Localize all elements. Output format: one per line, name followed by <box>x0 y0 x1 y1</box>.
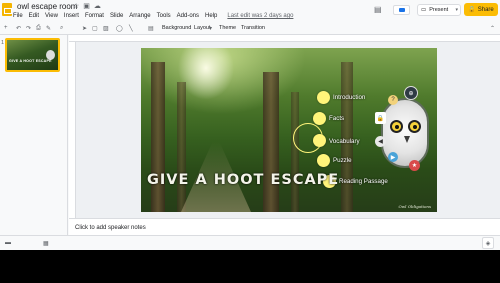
question-icon[interactable]: ? <box>388 95 398 105</box>
globe-icon[interactable]: ⊕ <box>404 86 418 100</box>
redo-icon[interactable]: ↷ <box>26 25 31 32</box>
play-icon[interactable]: ▶ <box>388 152 398 162</box>
text-box-icon[interactable]: ▢ <box>92 25 98 32</box>
menu-item-facts[interactable]: Facts <box>329 115 344 122</box>
grid-view-icon[interactable]: ▦ <box>43 240 49 247</box>
menu-tools[interactable]: Tools <box>157 13 171 19</box>
menu-dot-puzzle[interactable] <box>317 154 330 167</box>
menu-dot-vocabulary[interactable] <box>313 134 326 147</box>
image-icon[interactable]: ▨ <box>103 25 109 32</box>
paint-format-icon[interactable]: ✎ <box>46 25 51 32</box>
menu-bar: File Edit View Insert Format Slide Arran… <box>13 13 293 19</box>
menu-insert[interactable]: Insert <box>64 13 79 19</box>
menu-edit[interactable]: Edit <box>29 13 39 19</box>
menu-dot-introduction[interactable] <box>317 91 330 104</box>
cloud-icon[interactable]: ☁ <box>94 2 101 10</box>
menu-addons[interactable]: Add-ons <box>177 13 199 19</box>
lock-icon: 🔒 <box>468 7 476 13</box>
speaker-icon[interactable]: ◀ <box>375 136 386 147</box>
tree-trunk-image <box>263 72 279 212</box>
thumbnail-title: GIVE A HOOT ESCAPE <box>9 59 52 63</box>
share-label: Share <box>477 6 494 13</box>
menu-item-reading-passage[interactable]: Reading Passage <box>339 178 388 185</box>
tree-trunk-image <box>291 92 299 212</box>
slide-canvas[interactable]: Introduction Facts Vocabulary Puzzle Rea… <box>141 48 437 212</box>
slide-title[interactable]: GIVE A HOOT ESCAPE <box>147 172 339 188</box>
collapse-toolbar-icon[interactable]: ⌃ <box>490 25 495 32</box>
comment-icon[interactable]: ▤ <box>148 25 154 32</box>
slides-logo-icon[interactable] <box>2 3 12 16</box>
lock-icon[interactable]: 🔒 <box>375 112 386 124</box>
menu-item-introduction[interactable]: Introduction <box>333 94 365 101</box>
owl-beak-icon <box>404 136 410 143</box>
zoom-icon[interactable]: ⌕ <box>60 25 63 32</box>
add-slide-icon[interactable]: + <box>4 25 8 31</box>
slide-thumbnail[interactable]: GIVE A HOOT ESCAPE <box>5 38 60 72</box>
menu-view[interactable]: View <box>45 13 58 19</box>
line-icon[interactable]: ╲ <box>129 25 133 32</box>
toolbar: + ↶ ↷ ⎙ ✎ ⌕ ➤ ▢ ▨ ◯ ╲ ▤ Background Layou… <box>0 23 500 35</box>
video-icon <box>398 8 405 12</box>
comment-history-icon[interactable]: ▤ <box>374 5 382 14</box>
present-icon: ▭ <box>421 7 427 13</box>
menu-item-vocabulary[interactable]: Vocabulary <box>329 138 360 145</box>
menu-format[interactable]: Format <box>85 13 104 19</box>
menu-dot-facts[interactable] <box>313 112 326 125</box>
filmstrip: 1 GIVE A HOOT ESCAPE <box>0 35 68 235</box>
select-icon[interactable]: ➤ <box>82 25 87 32</box>
speaker-notes-placeholder: Click to add speaker notes <box>75 225 146 231</box>
shape-icon[interactable]: ◯ <box>116 25 123 32</box>
tree-trunk-image <box>151 62 165 212</box>
empty-area <box>0 250 500 283</box>
chevron-down-icon[interactable]: ▾ <box>209 25 212 32</box>
bottom-bar: ▬ ▦ ◈ <box>0 235 500 250</box>
signature: Owl Obligations <box>398 204 431 209</box>
title-icons: ☆ ▣ ☁ <box>73 2 101 10</box>
explore-icon[interactable]: ◈ <box>482 237 494 249</box>
document-title[interactable]: owl escape room <box>17 2 77 11</box>
menu-help[interactable]: Help <box>205 13 217 19</box>
menu-arrange[interactable]: Arrange <box>129 13 150 19</box>
last-edit-link[interactable]: Last edit was 2 days ago <box>227 13 293 19</box>
speaker-notes[interactable]: Click to add speaker notes <box>69 218 500 235</box>
meet-button[interactable] <box>393 5 410 15</box>
present-label: Present <box>429 7 449 13</box>
menu-item-puzzle[interactable]: Puzzle <box>333 157 352 164</box>
slide-number: 1 <box>1 40 5 46</box>
owl-eye-icon <box>390 120 403 133</box>
horizontal-ruler <box>69 35 500 42</box>
chevron-down-icon[interactable]: ▾ <box>455 7 458 13</box>
slides-app: owl escape room ☆ ▣ ☁ File Edit View Ins… <box>0 0 500 250</box>
star-icon[interactable]: ☆ <box>73 2 79 10</box>
share-button[interactable]: 🔒 Share <box>464 3 498 16</box>
menu-file[interactable]: File <box>13 13 23 19</box>
owl-eye-icon <box>408 120 421 133</box>
badge-icon[interactable]: ★ <box>409 160 420 171</box>
tree-trunk-image <box>177 82 186 212</box>
theme-button[interactable]: Theme <box>219 25 236 31</box>
background-button[interactable]: Background <box>162 25 191 31</box>
print-icon[interactable]: ⎙ <box>36 25 41 32</box>
move-icon[interactable]: ▣ <box>83 2 90 10</box>
vertical-ruler <box>69 42 76 218</box>
transition-button[interactable]: Transition <box>241 25 265 31</box>
tree-trunk-image <box>341 62 353 212</box>
undo-icon[interactable]: ↶ <box>16 25 21 32</box>
menu-slide[interactable]: Slide <box>110 13 123 19</box>
filmstrip-view-icon[interactable]: ▬ <box>5 240 11 246</box>
present-button[interactable]: ▭ Present ▾ <box>417 4 461 16</box>
